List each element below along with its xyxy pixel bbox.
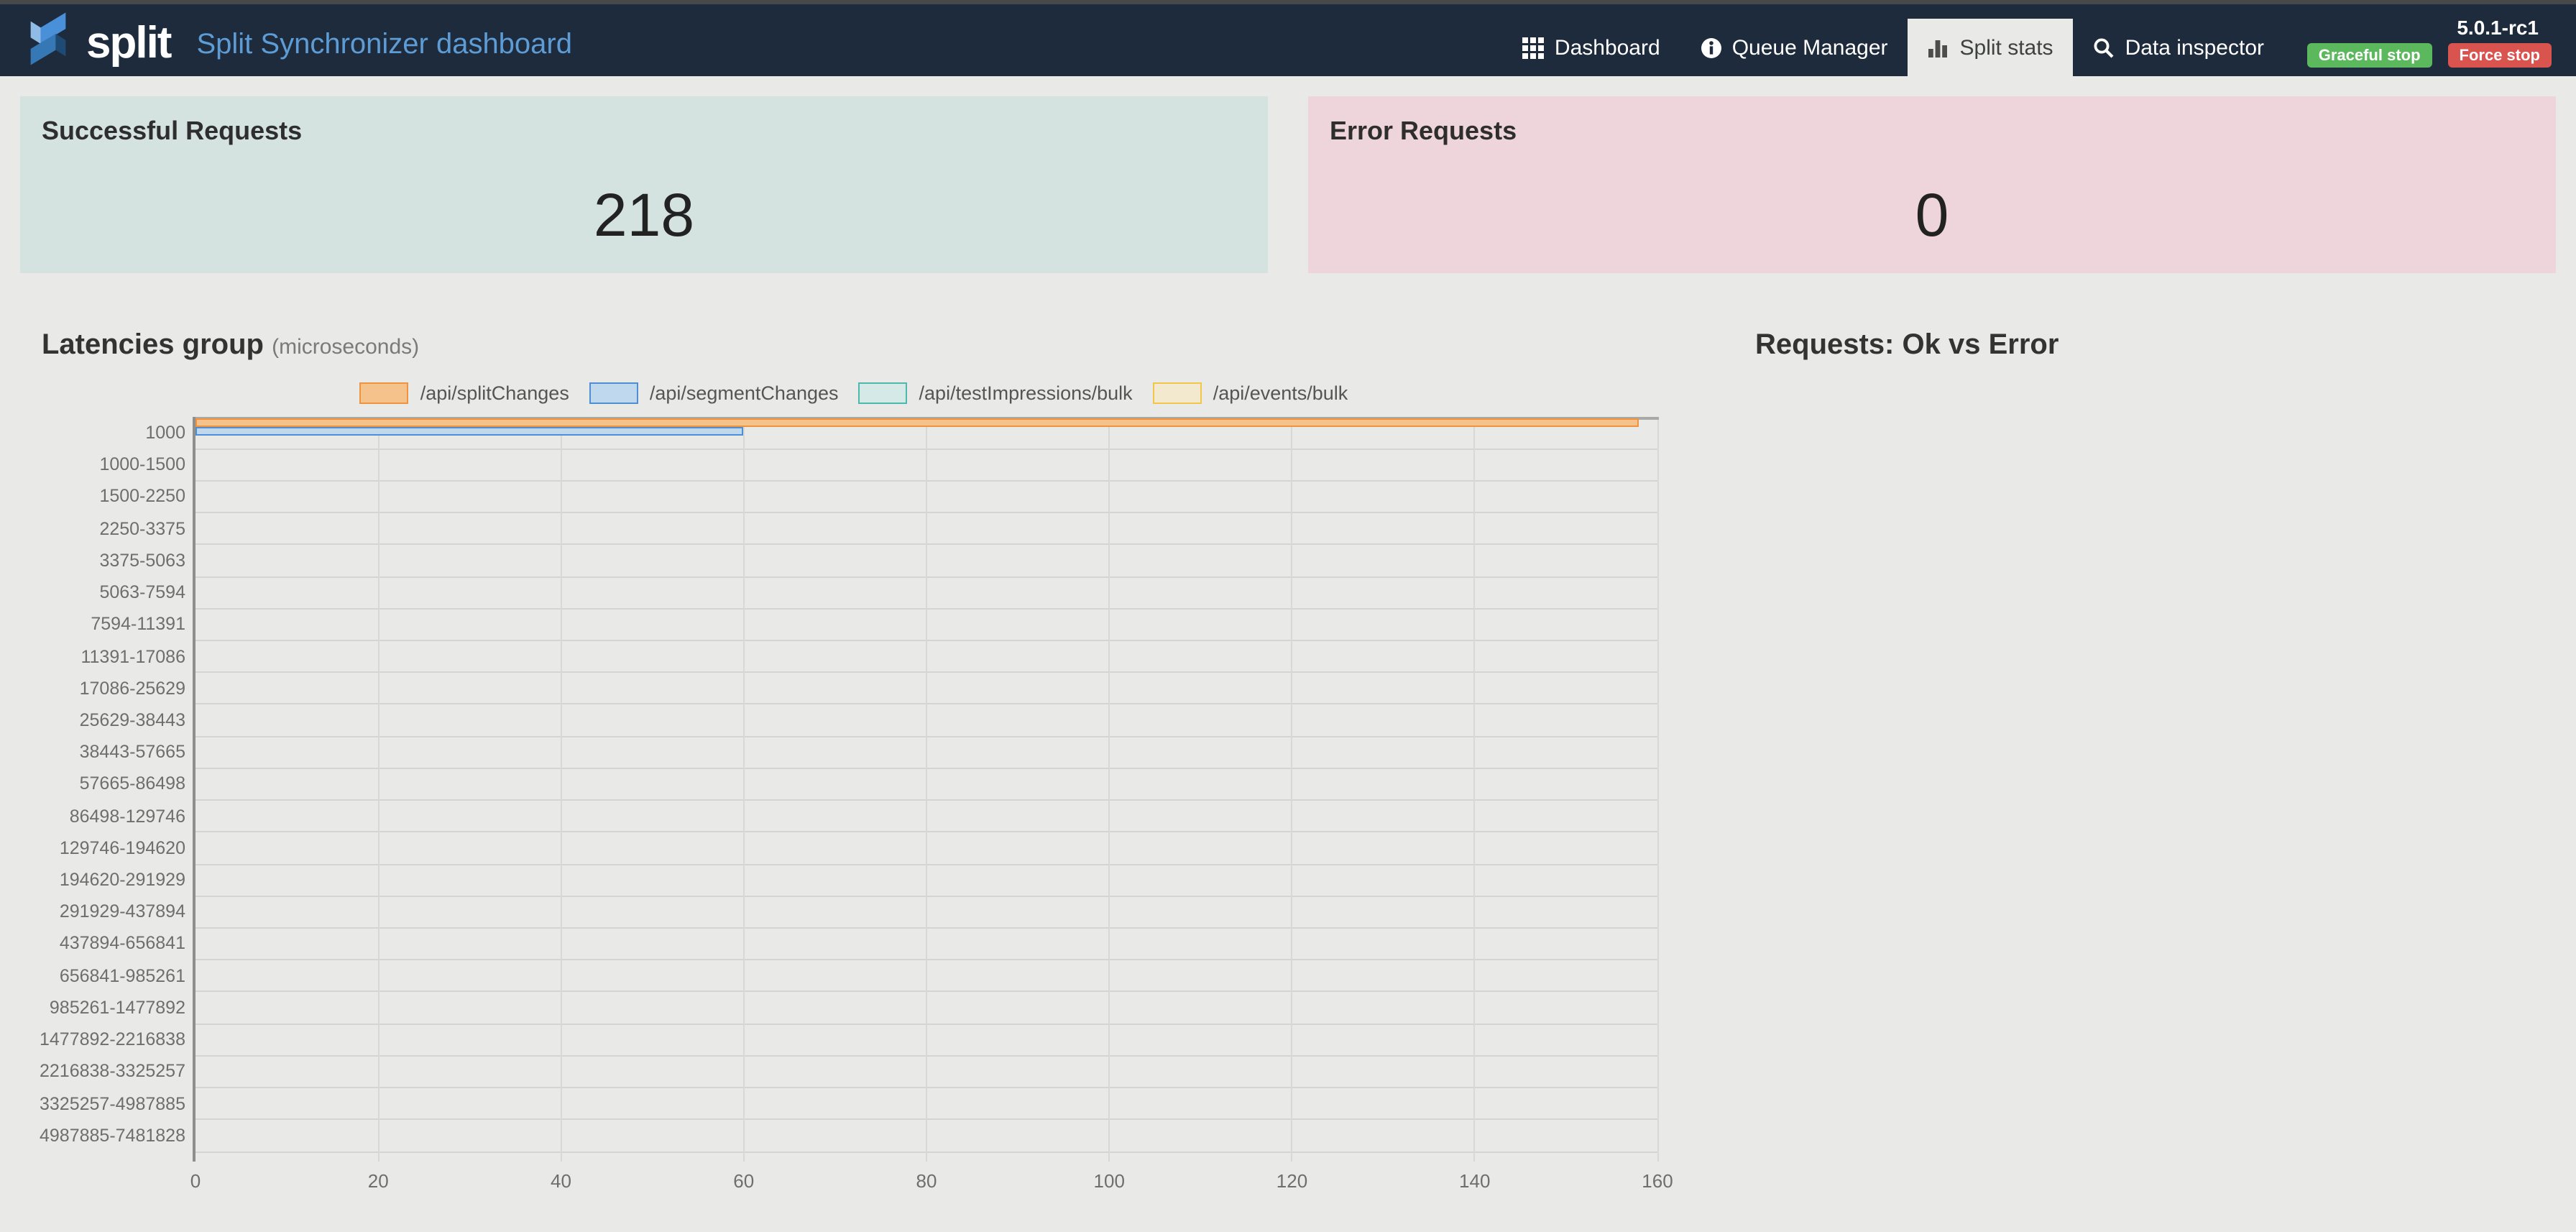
nav-item-label: Queue Manager [1732, 35, 1888, 60]
y-axis-label: 656841-985261 [0, 960, 185, 991]
latency-chart-plot: 020406080100120140160 [196, 417, 1657, 1151]
grid-icon [1523, 37, 1545, 58]
latency-chart: 10001000-15001500-22502250-33753375-5063… [0, 417, 1708, 1208]
legend-label: /api/events/bulk [1213, 382, 1348, 404]
y-axis-label: 7594-11391 [0, 609, 185, 640]
card-title: Error Requests [1308, 96, 2556, 147]
error-requests-card: Error Requests 0 [1308, 96, 2556, 273]
latency-chart-section: Latencies group (microseconds) /api/spli… [0, 329, 1708, 1208]
gridline [1292, 417, 1293, 1162]
y-axis-label: 1000 [0, 417, 185, 449]
charts-row: Latencies group (microseconds) /api/spli… [0, 329, 2576, 1208]
gridline [1108, 417, 1110, 1162]
nav-item-label: Split stats [1960, 35, 2053, 60]
force-stop-button[interactable]: Force stop [2448, 43, 2552, 68]
latency-chart-title: Latencies group (microseconds) [42, 329, 1708, 362]
graceful-stop-button[interactable]: Graceful stop [2307, 43, 2432, 68]
x-axis-label: 60 [708, 1170, 780, 1192]
x-axis-label: 20 [342, 1170, 414, 1192]
latency-title-unit: (microseconds) [272, 335, 419, 359]
y-axis-label: 2250-3375 [0, 512, 185, 544]
x-axis-label: 80 [891, 1170, 962, 1192]
y-axis-label: 437894-656841 [0, 928, 185, 960]
legend-swatch [1153, 382, 1202, 404]
y-axis-label: 194620-291929 [0, 864, 185, 896]
gridline [926, 417, 927, 1162]
y-axis-label: 25629-38443 [0, 704, 185, 736]
card-title: Successful Requests [20, 96, 1268, 147]
legend-label: /api/splitChanges [420, 382, 569, 404]
legend-label: /api/segmentChanges [650, 382, 839, 404]
y-axis-label: 86498-129746 [0, 800, 185, 832]
nav-item-label: Dashboard [1555, 35, 1660, 60]
x-axis-label: 40 [525, 1170, 597, 1192]
app-title: Split Synchronizer dashboard [196, 28, 572, 61]
chart-legend: /api/splitChanges/api/segmentChanges/api… [0, 382, 1708, 404]
legend-item: /api/testImpressions/bulk [859, 382, 1133, 404]
latency-title-text: Latencies group [42, 329, 264, 361]
tab-split-stats[interactable]: Split stats [1908, 19, 2074, 76]
brand-block: split Split Synchronizer dashboard [23, 10, 572, 75]
legend-swatch [589, 382, 638, 404]
gridline [1657, 417, 1658, 1162]
legend-item: /api/events/bulk [1153, 382, 1348, 404]
y-axis-label: 1000-1500 [0, 449, 185, 480]
x-axis-label: 0 [160, 1170, 231, 1192]
page: split Split Synchronizer dashboard Dashb… [0, 0, 2576, 1232]
y-axis-label: 38443-57665 [0, 736, 185, 768]
y-axis-label: 4987885-7481828 [0, 1120, 185, 1151]
card-value: 218 [20, 181, 1268, 250]
y-axis-label: 291929-437894 [0, 896, 185, 928]
nav-item-label: Data inspector [2125, 35, 2264, 60]
x-axis-label: 160 [1622, 1170, 1693, 1192]
requests-chart-title: Requests: Ok vs Error [1755, 329, 2576, 362]
y-axis: 10001000-15001500-22502250-33753375-5063… [0, 417, 185, 1151]
card-value: 0 [1308, 181, 2556, 250]
legend-item: /api/splitChanges [360, 382, 569, 404]
y-axis-label: 1500-2250 [0, 481, 185, 512]
y-axis-label: 11391-17086 [0, 640, 185, 672]
x-axis-label: 120 [1256, 1170, 1328, 1192]
y-axis-label: 1477892-2216838 [0, 1024, 185, 1055]
chart-bar [196, 426, 744, 435]
header: split Split Synchronizer dashboard Dashb… [0, 4, 2576, 76]
legend-item: /api/segmentChanges [589, 382, 839, 404]
search-icon [2094, 37, 2115, 58]
nav-item-data-inspector[interactable]: Data inspector [2074, 19, 2284, 76]
legend-swatch [360, 382, 409, 404]
y-axis-line [193, 417, 196, 1162]
metric-cards-row: Successful Requests 218 Error Requests 0 [0, 96, 2576, 273]
bar-chart-icon [1928, 37, 1950, 58]
gridline [377, 417, 379, 1162]
brand-name: split [86, 17, 170, 68]
split-logo [23, 10, 73, 75]
successful-requests-card: Successful Requests 218 [20, 96, 1268, 273]
gridline [561, 417, 562, 1162]
x-axis-label: 100 [1073, 1170, 1145, 1192]
nav-item-queue-manager[interactable]: Queue Manager [1680, 19, 1908, 76]
stop-buttons: Graceful stop Force stop [2307, 43, 2552, 68]
y-axis-label: 2216838-3325257 [0, 1056, 185, 1088]
gridline [1474, 417, 1476, 1162]
info-icon [1701, 37, 1722, 58]
chart-bar [196, 418, 1639, 426]
y-axis-label: 5063-7594 [0, 576, 185, 608]
y-axis-label: 129746-194620 [0, 832, 185, 864]
gridline [743, 417, 745, 1162]
y-axis-label: 985261-1477892 [0, 992, 185, 1024]
y-axis-label: 3325257-4987885 [0, 1088, 185, 1119]
main-nav: Dashboard Queue Manager [1503, 19, 2284, 76]
requests-chart-section: Requests: Ok vs Error [1708, 329, 2576, 1208]
y-axis-label: 17086-25629 [0, 672, 185, 704]
version-label: 5.0.1-rc1 [2457, 16, 2539, 39]
y-axis-label: 3375-5063 [0, 545, 185, 576]
legend-swatch [859, 382, 908, 404]
legend-label: /api/testImpressions/bulk [919, 382, 1133, 404]
y-axis-label: 57665-86498 [0, 768, 185, 800]
nav-item-dashboard[interactable]: Dashboard [1503, 19, 1680, 76]
x-axis-label: 140 [1439, 1170, 1511, 1192]
